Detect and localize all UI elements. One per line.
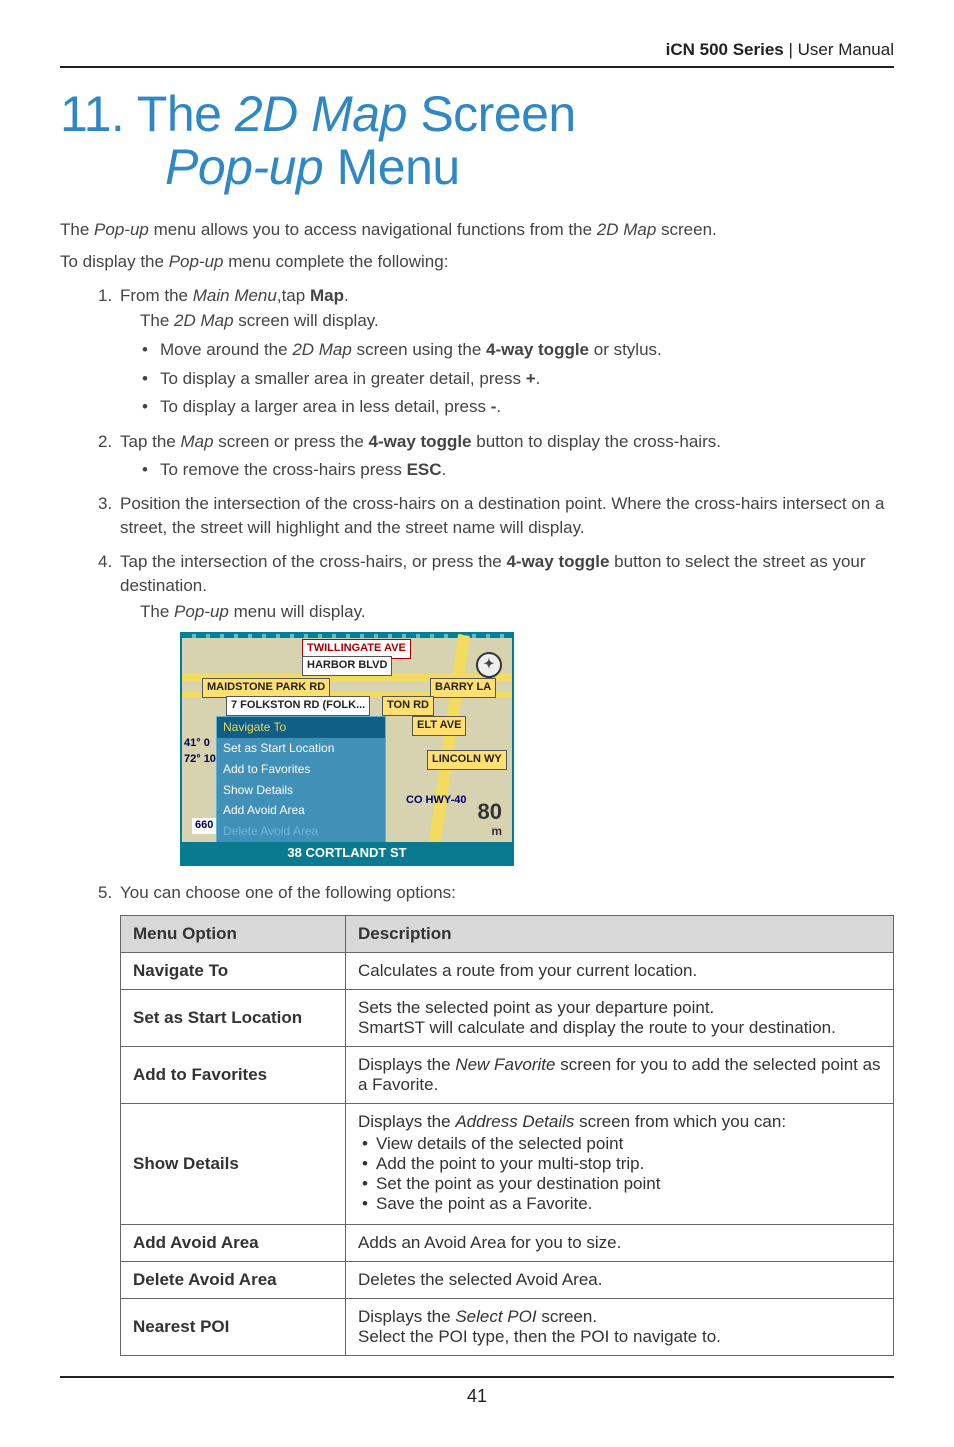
- menu-add-avoid: Add Avoid Area: [217, 800, 385, 821]
- product-name: iCN 500 Series: [666, 40, 784, 59]
- th-menu-option: Menu Option: [121, 916, 346, 953]
- street-name-bar: 38 CORTLANDT ST: [182, 842, 512, 864]
- th-description: Description: [346, 916, 894, 953]
- marker-660: 660: [192, 818, 216, 833]
- step-4: Tap the intersection of the cross-hairs,…: [120, 550, 894, 866]
- step-2-bullet-1: To remove the cross-hairs press ESC.: [160, 458, 894, 483]
- menu-add-fav: Add to Favorites: [217, 759, 385, 780]
- intro-p2: To display the Pop-up menu complete the …: [60, 250, 894, 274]
- desc-nearest-poi: Displays the Select POI screen. Select t…: [346, 1299, 894, 1356]
- step-1-bullet-1: Move around the 2D Map screen using the …: [160, 338, 894, 363]
- coord-lat: 41° 0: [184, 736, 210, 751]
- opt-nearest-poi: Nearest POI: [121, 1299, 346, 1356]
- page-footer: 41: [60, 1376, 894, 1407]
- opt-set-start: Set as Start Location: [121, 990, 346, 1047]
- road-barry: BARRY LA: [430, 678, 496, 697]
- road-folkston: 7 FOLKSTON RD (FOLK...: [226, 696, 370, 715]
- desc-add-fav: Displays the New Favorite screen for you…: [346, 1047, 894, 1104]
- desc-add-avoid: Adds an Avoid Area for you to size.: [346, 1225, 894, 1262]
- step-3: Position the intersection of the cross-h…: [120, 492, 894, 540]
- desc-delete-avoid: Deletes the selected Avoid Area.: [346, 1262, 894, 1299]
- header-sep: |: [784, 40, 798, 59]
- step-1-sub: The 2D Map screen will display.: [140, 309, 894, 334]
- intro-p1: The Pop-up menu allows you to access nav…: [60, 218, 894, 242]
- distance-value: 80: [478, 801, 502, 823]
- doc-type: User Manual: [798, 40, 894, 59]
- desc-show-details: Displays the Address Details screen from…: [346, 1104, 894, 1225]
- road-harbor: HARBOR BLVD: [302, 656, 392, 675]
- step-5: You can choose one of the following opti…: [120, 881, 894, 905]
- opt-delete-avoid: Delete Avoid Area: [121, 1262, 346, 1299]
- steps-list: From the Main Menu,tap Map. The 2D Map s…: [60, 284, 894, 905]
- opt-add-fav: Add to Favorites: [121, 1047, 346, 1104]
- coord-lon: 72° 10: [184, 752, 216, 767]
- table-row: Show Details Displays the Address Detail…: [121, 1104, 894, 1225]
- table-row: Nearest POI Displays the Select POI scre…: [121, 1299, 894, 1356]
- distance-unit: m: [478, 823, 502, 840]
- road-ton: TON RD: [382, 696, 434, 715]
- page-header: iCN 500 Series | User Manual: [60, 40, 894, 68]
- step-4-sub: The Pop-up menu will display.: [140, 600, 894, 625]
- opt-show-details: Show Details: [121, 1104, 346, 1225]
- opt-navigate-to: Navigate To: [121, 953, 346, 990]
- road-maidstone: MAIDSTONE PARK RD: [202, 678, 330, 697]
- desc-set-start: Sets the selected point as your departur…: [346, 990, 894, 1047]
- road-cohwy: CO HWY-40: [402, 792, 471, 809]
- step-1-bullet-3: To display a larger area in less detail,…: [160, 395, 894, 420]
- menu-show-details: Show Details: [217, 780, 385, 801]
- table-row: Set as Start Location Sets the selected …: [121, 990, 894, 1047]
- menu-delete-avoid: Delete Avoid Area: [217, 821, 385, 842]
- road-elt: ELT AVE: [412, 716, 466, 735]
- table-row: Navigate To Calculates a route from your…: [121, 953, 894, 990]
- step-1: From the Main Menu,tap Map. The 2D Map s…: [120, 284, 894, 420]
- opt-add-avoid: Add Avoid Area: [121, 1225, 346, 1262]
- page-number: 41: [467, 1386, 487, 1406]
- desc-navigate-to: Calculates a route from your current loc…: [346, 953, 894, 990]
- main-title: 11. The 2D Map Screen Pop-up Menu: [60, 88, 894, 193]
- menu-set-start: Set as Start Location: [217, 738, 385, 759]
- options-table: Menu Option Description Navigate To Calc…: [120, 915, 894, 1356]
- table-row: Delete Avoid Area Deletes the selected A…: [121, 1262, 894, 1299]
- step-1-bullet-2: To display a smaller area in greater det…: [160, 367, 894, 392]
- road-lincoln: LINCOLN WY: [427, 750, 507, 769]
- menu-navigate-to: Navigate To: [217, 717, 385, 738]
- step-2: Tap the Map screen or press the 4-way to…: [120, 430, 894, 482]
- table-row: Add Avoid Area Adds an Avoid Area for yo…: [121, 1225, 894, 1262]
- popup-map-screenshot: TWILLINGATE AVE HARBOR BLVD MAIDSTONE PA…: [180, 632, 514, 866]
- table-row: Add to Favorites Displays the New Favori…: [121, 1047, 894, 1104]
